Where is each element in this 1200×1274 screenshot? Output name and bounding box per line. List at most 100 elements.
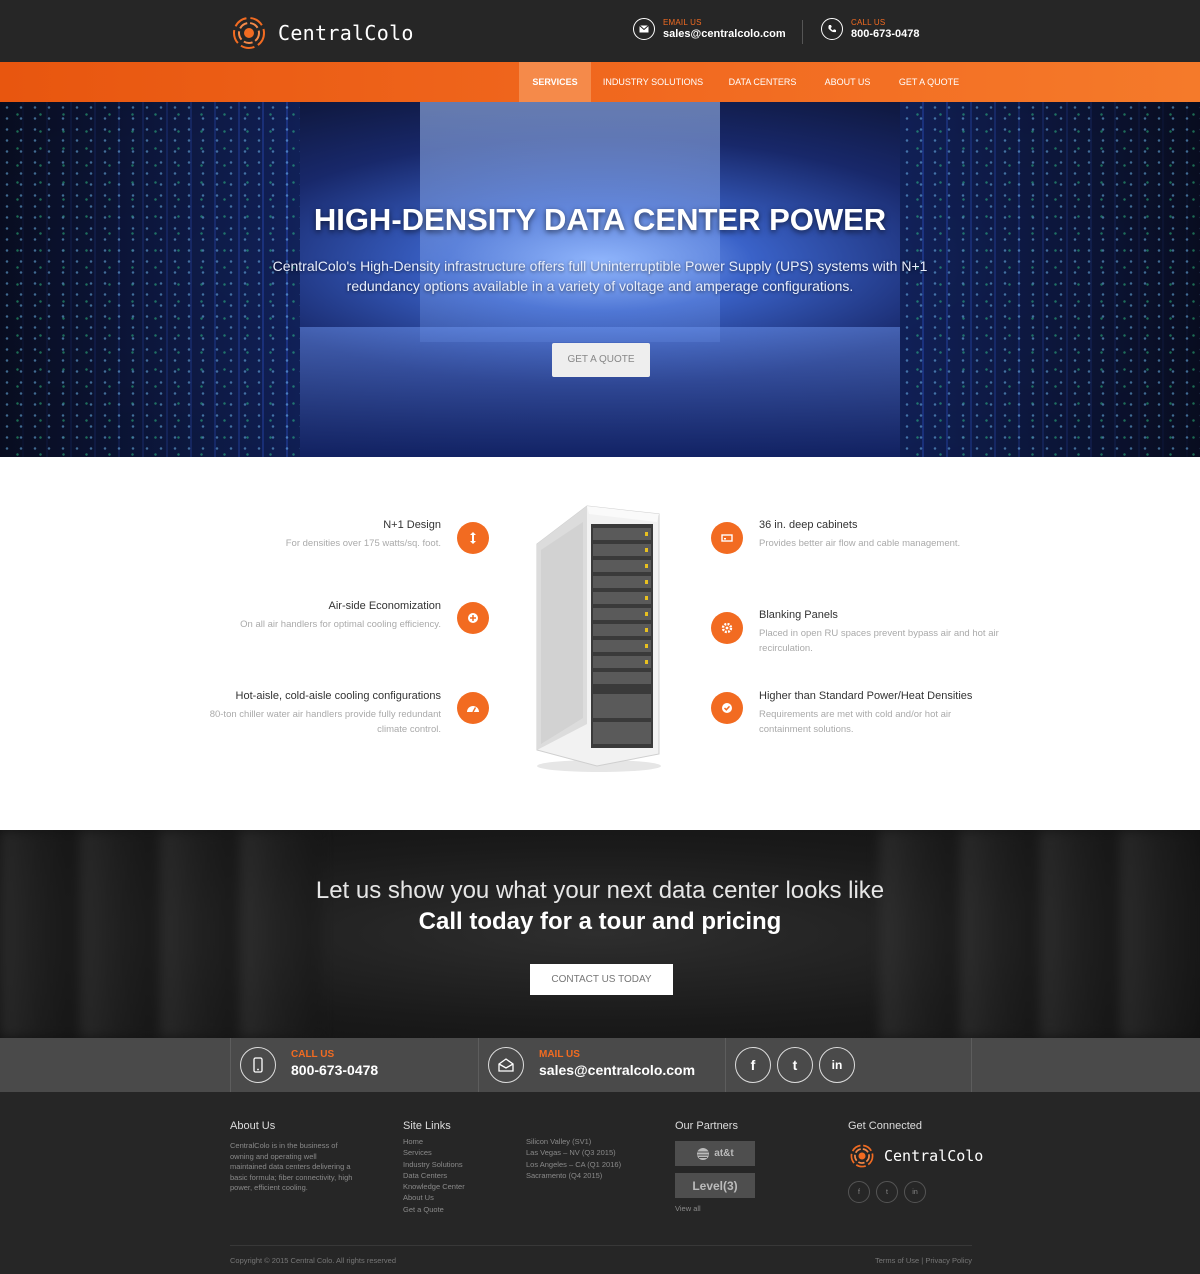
nav-item-industry-solutions[interactable]: INDUSTRY SOLUTIONS [591, 62, 715, 102]
strip-call-value[interactable]: 800-673-0478 [291, 1062, 378, 1078]
phone-icon [821, 18, 843, 40]
strip-mail-label: MAIL US [539, 1049, 580, 1060]
hero-banner: HIGH-DENSITY DATA CENTER POWER CentralCo… [0, 102, 1200, 457]
footer-twitter-icon[interactable]: t [876, 1181, 898, 1203]
header-phone[interactable]: CALL US 800-673-0478 [821, 18, 920, 40]
feature-title: Blanking Panels [759, 609, 838, 621]
footer-sitelinks: Home Services Industry Solutions Data Ce… [403, 1136, 465, 1215]
footer-logo-text: CentralColo [884, 1147, 984, 1165]
feature-text: On all air handlers for optimal cooling … [240, 619, 441, 630]
footer-partners-title: Our Partners [675, 1120, 738, 1132]
feature-title: N+1 Design [383, 519, 441, 531]
nav-item-get-a-quote[interactable]: GET A QUOTE [885, 62, 973, 102]
feature-blanking-panels: Blanking Panels Placed in open RU spaces… [759, 607, 999, 656]
contact-strip: CALL US 800-673-0478 MAIL US sales@centr… [0, 1038, 1200, 1092]
footer-location[interactable]: Silicon Valley (SV1) [526, 1136, 621, 1147]
feature-text: For densities over 175 watts/sq. foot. [285, 538, 441, 549]
contact-us-button[interactable]: CONTACT US TODAY [530, 964, 673, 995]
footer-link-data-centers[interactable]: Data Centers [403, 1170, 465, 1181]
partners-view-all-link[interactable]: View all [675, 1204, 701, 1215]
footer-logo[interactable]: CentralColo [848, 1144, 983, 1168]
nav-item-data-centers[interactable]: DATA CENTERS [715, 62, 810, 102]
partner-att-logo[interactable]: at&t [675, 1141, 755, 1166]
page: CentralColo EMAIL US sales@centralcolo.c… [0, 0, 1200, 1274]
mail-open-icon [488, 1047, 524, 1083]
footer-about-text: CentralColo is in the business of owning… [230, 1141, 353, 1192]
footer-linkedin-icon[interactable]: in [904, 1181, 926, 1203]
nav-item-about-us[interactable]: ABOUT US [810, 62, 885, 102]
hero-get-quote-button[interactable]: GET A QUOTE [552, 343, 650, 377]
footer-link-services[interactable]: Services [403, 1147, 465, 1158]
footer-location[interactable]: Los Angeles – CA (Q1 2016) [526, 1159, 621, 1170]
feature-text: 80-ton chiller water air handlers provid… [209, 709, 441, 735]
legal-links: Terms of Use | Privacy Policy [875, 1256, 972, 1265]
footer-facebook-icon[interactable]: f [848, 1181, 870, 1203]
hero-server-lights-right [900, 102, 1200, 457]
strip-call[interactable]: CALL US 800-673-0478 [230, 1038, 478, 1092]
top-bar: CentralColo EMAIL US sales@centralcolo.c… [0, 0, 1200, 62]
envelope-icon [633, 18, 655, 40]
footer-about-title: About Us [230, 1120, 276, 1132]
header-email[interactable]: EMAIL US sales@centralcolo.com [633, 18, 786, 40]
facebook-icon[interactable]: f [735, 1047, 771, 1083]
footer-connected-title: Get Connected [848, 1120, 922, 1132]
strip-social: f t in [725, 1038, 972, 1092]
gear-icon [711, 612, 743, 644]
strip-mail[interactable]: MAIL US sales@centralcolo.com [478, 1038, 725, 1092]
feature-hot-cold-aisle: Hot-aisle, cold-aisle cooling configurat… [201, 688, 441, 737]
feature-title: Air-side Economization [328, 600, 442, 612]
partner-level3-logo[interactable]: Level(3) [675, 1173, 755, 1198]
footer-sitelinks-title: Site Links [403, 1120, 451, 1132]
feature-text: Provides better air flow and cable manag… [759, 538, 961, 549]
logo[interactable]: CentralColo [230, 16, 414, 50]
logo-icon [233, 17, 265, 49]
linkedin-icon[interactable]: in [819, 1047, 855, 1083]
feature-air-side-economization: Air-side Economization On all air handle… [201, 598, 441, 632]
footer-link-knowledge-center[interactable]: Knowledge Center [403, 1181, 465, 1192]
hero-server-lights-left [0, 102, 300, 457]
feature-text: Placed in open RU spaces prevent bypass … [759, 628, 999, 654]
feature-title: Hot-aisle, cold-aisle cooling configurat… [235, 690, 441, 702]
check-circle-icon [711, 692, 743, 724]
footer-link-about-us[interactable]: About Us [403, 1192, 465, 1203]
features-section: N+1 Design For densities over 175 watts/… [0, 457, 1200, 830]
footer-link-home[interactable]: Home [403, 1136, 465, 1147]
footer-location[interactable]: Sacramento (Q4 2015) [526, 1170, 621, 1181]
arrows-vertical-icon [457, 522, 489, 554]
hdd-icon [711, 522, 743, 554]
footer-divider [230, 1245, 972, 1246]
terms-of-use-link[interactable]: Terms of Use [875, 1256, 919, 1265]
feature-n1-design: N+1 Design For densities over 175 watts/… [201, 517, 441, 551]
feature-title: 36 in. deep cabinets [759, 519, 858, 531]
feature-title: Higher than Standard Power/Heat Densitie… [759, 690, 973, 702]
footer-logo-icon [850, 1144, 874, 1168]
strip-call-label: CALL US [291, 1049, 335, 1060]
server-rack-image [536, 505, 661, 772]
email-value[interactable]: sales@centralcolo.com [663, 28, 786, 40]
main-nav: SERVICES INDUSTRY SOLUTIONS DATA CENTERS… [0, 62, 1200, 102]
logo-text: CentralColo [278, 21, 414, 45]
footer-link-industry-solutions[interactable]: Industry Solutions [403, 1159, 465, 1170]
feature-deep-cabinets: 36 in. deep cabinets Provides better air… [759, 517, 999, 551]
footer-link-get-a-quote[interactable]: Get a Quote [403, 1204, 465, 1215]
feature-text: Requirements are met with cold and/or ho… [759, 709, 952, 735]
hero-subtitle: CentralColo's High-Density infrastructur… [272, 258, 928, 294]
footer: About Us CentralColo is in the business … [0, 1092, 1200, 1274]
strip-mail-value[interactable]: sales@centralcolo.com [539, 1062, 695, 1078]
call-value[interactable]: 800-673-0478 [851, 28, 920, 40]
footer-locations: Silicon Valley (SV1) Las Vegas – NV (Q3 … [526, 1136, 621, 1181]
mobile-phone-icon [240, 1047, 276, 1083]
nav-item-services[interactable]: SERVICES [519, 62, 591, 102]
footer-location[interactable]: Las Vegas – NV (Q3 2015) [526, 1147, 621, 1158]
cta-section: Let us show you what your next data cent… [0, 830, 1200, 1038]
call-label: CALL US [851, 18, 886, 27]
hero-title: HIGH-DENSITY DATA CENTER POWER [313, 202, 887, 237]
plus-circle-icon [457, 602, 489, 634]
privacy-policy-link[interactable]: Privacy Policy [925, 1256, 972, 1265]
cta-headline: Let us show you what your next data cent… [315, 877, 885, 904]
copyright-text: Copyright © 2015 Central Colo. All right… [230, 1256, 397, 1265]
legal-separator: | [921, 1256, 924, 1265]
dashboard-icon [457, 692, 489, 724]
twitter-icon[interactable]: t [777, 1047, 813, 1083]
partner-att-label: at&t [714, 1148, 734, 1159]
